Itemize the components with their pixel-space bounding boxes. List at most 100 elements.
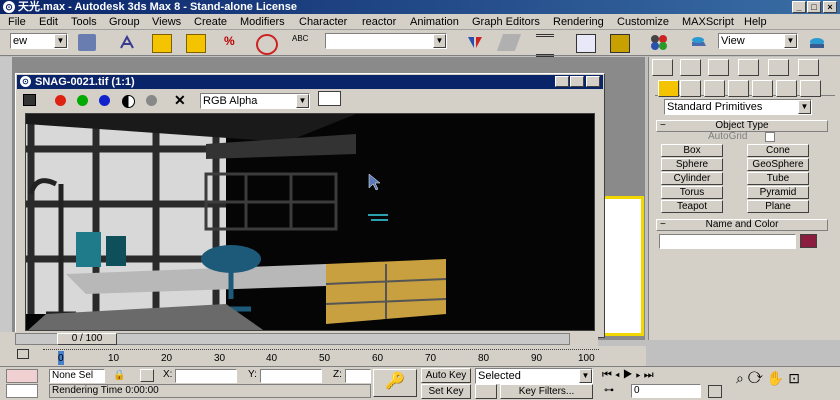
previous-frame-icon[interactable]: ◂ [615, 369, 623, 381]
time-configuration-icon[interactable] [708, 385, 722, 398]
maximize-viewport-icon[interactable]: ⊡ [788, 370, 804, 386]
red-channel-icon[interactable] [55, 95, 66, 106]
hierarchy-tab-icon[interactable] [708, 59, 729, 76]
absolute-mode-icon[interactable] [140, 369, 154, 382]
align-icon[interactable] [496, 34, 522, 51]
utilities-tab-icon[interactable] [798, 59, 819, 76]
go-to-start-icon[interactable]: ⏮ [602, 369, 615, 381]
menu-customize[interactable]: Customize [617, 15, 669, 29]
channel-display-combo[interactable]: RGB Alpha ▼ [200, 93, 310, 109]
render-scene-icon[interactable] [690, 34, 708, 51]
viewport-render-combo[interactable]: View ▼ [718, 33, 798, 49]
menu-maxscript[interactable]: MAXScript [682, 15, 734, 29]
named-selection-combo[interactable]: ▼ [325, 33, 447, 49]
box-button[interactable]: Box [661, 144, 723, 157]
edit-named-selection-icon[interactable]: ABC [292, 34, 310, 51]
layer-manager-icon[interactable] [536, 34, 554, 57]
minimize-button[interactable]: _ [792, 1, 806, 13]
key-mode-combo[interactable]: Selected ▼ [475, 368, 593, 384]
blue-channel-icon[interactable] [99, 95, 110, 106]
menu-graph-editors[interactable]: Graph Editors [472, 15, 540, 29]
select-move-icon[interactable] [118, 34, 136, 51]
maximize-button[interactable]: □ [807, 1, 821, 13]
cone-button[interactable]: Cone [747, 144, 809, 157]
sphere-button[interactable]: Sphere [661, 158, 723, 171]
create-tab-icon[interactable] [652, 59, 673, 76]
menu-rendering[interactable]: Rendering [553, 15, 604, 29]
object-color-swatch[interactable] [800, 234, 817, 248]
menu-group[interactable]: Group [109, 15, 140, 29]
play-icon[interactable]: ▶ [623, 369, 636, 381]
menu-create[interactable]: Create [194, 15, 227, 29]
clear-icon[interactable]: ✕ [174, 92, 186, 109]
auto-key-button[interactable]: Auto Key [421, 368, 471, 383]
time-slider-thumb[interactable]: 0 / 100 [57, 333, 117, 345]
save-bitmap-icon[interactable] [23, 94, 36, 106]
minimize-button[interactable] [555, 76, 569, 87]
menu-reactor[interactable]: reactor [362, 15, 396, 29]
mirror-icon[interactable] [466, 34, 484, 51]
zoom-icon[interactable]: ⌕ [736, 370, 748, 386]
app-icon[interactable]: ⊙ [3, 1, 15, 13]
go-to-end-icon[interactable]: ⏭ [644, 369, 657, 381]
modify-tab-icon[interactable] [680, 59, 701, 76]
color-swatch[interactable] [318, 91, 341, 106]
cameras-icon[interactable] [728, 80, 749, 97]
current-frame-field[interactable]: 0 [631, 384, 701, 398]
key-mode-toggle-icon[interactable]: ⊶ [604, 385, 614, 396]
time-slider[interactable]: 0 / 100 [0, 332, 598, 346]
track-bar[interactable]: 0 10 20 30 40 50 60 70 80 90 100 [0, 346, 603, 366]
select-scale-icon[interactable] [186, 34, 206, 53]
percent-snap-icon[interactable]: % [224, 34, 242, 51]
menu-file[interactable]: File [8, 15, 26, 29]
maxscript-listener-input[interactable] [6, 384, 38, 398]
set-key-icon[interactable] [475, 384, 497, 399]
pan-icon[interactable]: ✋ [767, 370, 788, 386]
material-editor-icon[interactable] [650, 34, 668, 51]
menu-help[interactable]: Help [744, 15, 767, 29]
next-frame-icon[interactable]: ▸ [636, 369, 644, 381]
monochrome-icon[interactable] [122, 95, 135, 108]
menu-modifiers[interactable]: Modifiers [240, 15, 285, 29]
orbit-icon[interactable]: ⟳ [748, 370, 767, 386]
primitive-category-combo[interactable]: Standard Primitives ▼ [664, 99, 812, 115]
name-color-rollout[interactable]: − Name and Color [656, 219, 828, 231]
space-warps-icon[interactable] [776, 80, 797, 97]
menu-edit[interactable]: Edit [39, 15, 58, 29]
shapes-icon[interactable] [680, 80, 701, 97]
set-key-button[interactable]: Set Key [421, 384, 471, 399]
close-button[interactable]: × [823, 1, 837, 13]
select-by-name-icon[interactable] [78, 34, 96, 51]
x-coordinate-field[interactable] [175, 369, 237, 383]
teapot-button[interactable]: Teapot [661, 200, 723, 213]
z-coordinate-field[interactable] [345, 369, 371, 383]
geosphere-button[interactable]: GeoSphere [747, 158, 809, 171]
lights-icon[interactable] [704, 80, 725, 97]
autogrid-checkbox[interactable] [765, 132, 775, 142]
quick-render-icon[interactable] [808, 34, 826, 51]
display-tab-icon[interactable] [768, 59, 789, 76]
y-coordinate-field[interactable] [260, 369, 322, 383]
spinner-snap-icon[interactable] [256, 34, 278, 55]
cylinder-button[interactable]: Cylinder [661, 172, 723, 185]
plane-button[interactable]: Plane [747, 200, 809, 213]
systems-icon[interactable] [800, 80, 821, 97]
selection-filter-combo[interactable]: ew ▼ [10, 33, 68, 49]
key-mode-icon[interactable]: 🔑 [373, 369, 417, 397]
curve-editor-icon[interactable] [576, 34, 596, 53]
mini-curve-editor-icon[interactable] [17, 349, 29, 359]
object-name-field[interactable] [659, 234, 796, 249]
menu-animation[interactable]: Animation [410, 15, 459, 29]
helpers-icon[interactable] [752, 80, 773, 97]
key-filters-button[interactable]: Key Filters... [500, 384, 593, 399]
motion-tab-icon[interactable] [738, 59, 759, 76]
select-rotate-icon[interactable] [152, 34, 172, 53]
maximize-button[interactable] [570, 76, 584, 87]
menu-character[interactable]: Character [299, 15, 347, 29]
lock-icon[interactable]: 🔒 [113, 370, 125, 381]
menu-tools[interactable]: Tools [71, 15, 97, 29]
alpha-channel-icon[interactable] [146, 95, 157, 106]
maxscript-listener-mini[interactable] [6, 369, 38, 383]
tube-button[interactable]: Tube [747, 172, 809, 185]
close-button[interactable] [586, 76, 600, 87]
